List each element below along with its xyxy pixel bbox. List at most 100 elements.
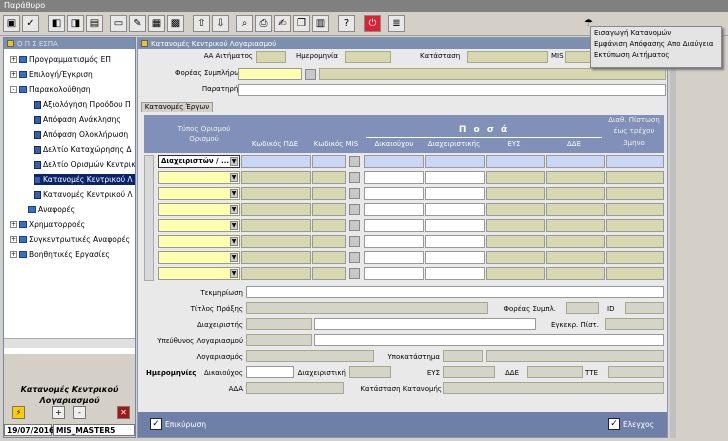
tree-node-allocations-2[interactable]: Κατανομές Κεντρικού Λ xyxy=(34,189,133,200)
vertical-scrollbar[interactable] xyxy=(670,37,676,438)
notes-field[interactable] xyxy=(238,84,666,96)
avail-cell[interactable] xyxy=(606,155,664,168)
pde-cell[interactable] xyxy=(241,155,311,168)
tree-node-completion[interactable]: Απόφαση Ολοκλήρωση xyxy=(34,129,128,140)
eys-cell[interactable] xyxy=(486,235,545,248)
mis-cell[interactable] xyxy=(312,251,346,264)
type-cell[interactable]: ▼ xyxy=(158,267,240,280)
dik-cell[interactable] xyxy=(364,251,424,264)
chevron-down-icon[interactable]: ▼ xyxy=(230,173,238,182)
lookup-icon[interactable] xyxy=(349,156,360,167)
type-select[interactable]: Διαχειριστών / ... ▼ xyxy=(158,155,240,168)
plus-button[interactable]: + xyxy=(52,406,65,419)
expand-icon[interactable]: + xyxy=(10,221,17,228)
search-icon[interactable]: ⌕ xyxy=(236,15,253,32)
tree-node-registration[interactable]: Δελτίο Καταχώρησης Δ xyxy=(34,144,132,155)
chevron-down-icon[interactable]: ▼ xyxy=(230,189,238,198)
tree-node-programming[interactable]: + Προγραμματισμός ΕΠ xyxy=(10,54,111,65)
power-icon[interactable]: ⏻ xyxy=(364,15,381,32)
dik-cell[interactable] xyxy=(364,219,424,232)
chevron-down-icon[interactable]: ▼ xyxy=(230,253,238,262)
expand-icon[interactable]: + xyxy=(10,71,17,78)
grid2-icon[interactable]: ▩ xyxy=(167,15,184,32)
expand-icon[interactable]: + xyxy=(10,236,17,243)
eys-cell[interactable] xyxy=(486,251,545,264)
eys-cell[interactable] xyxy=(486,203,545,216)
edit-pen-icon[interactable]: ✍ xyxy=(274,15,291,32)
chevron-down-icon[interactable]: ▼ xyxy=(230,205,238,214)
dik-cell[interactable] xyxy=(364,203,424,216)
tree-node-helper-tasks[interactable]: + Βοηθητικές Εργασίες xyxy=(10,249,110,260)
mis-cell[interactable] xyxy=(312,155,346,168)
mis-cell[interactable] xyxy=(312,203,346,216)
tree-node-revocation[interactable]: Απόφαση Ανάκλησης xyxy=(34,114,121,125)
eys-cell[interactable] xyxy=(486,171,545,184)
pde-cell[interactable] xyxy=(241,267,311,280)
pde-cell[interactable] xyxy=(241,187,311,200)
dde-cell[interactable] xyxy=(546,155,605,168)
type-cell[interactable]: ▼ xyxy=(158,171,240,184)
tab-allocations[interactable]: Κατανομές Έργων xyxy=(141,102,213,112)
lookup-icon[interactable] xyxy=(349,268,360,279)
eys-cell[interactable] xyxy=(486,219,545,232)
check-button[interactable]: ✓ Ελεγχος xyxy=(608,416,654,432)
dde-cell[interactable] xyxy=(546,251,605,264)
diax-cell[interactable] xyxy=(425,219,485,232)
dde-cell[interactable] xyxy=(546,219,605,232)
lookup-icon[interactable] xyxy=(349,188,360,199)
mis-cell[interactable] xyxy=(312,219,346,232)
lookup-icon[interactable] xyxy=(349,172,360,183)
lookup-icon[interactable] xyxy=(349,236,360,247)
avail-cell[interactable] xyxy=(606,219,664,232)
diax-cell[interactable] xyxy=(425,267,485,280)
minus-button[interactable]: - xyxy=(73,406,86,419)
pde-cell[interactable] xyxy=(241,251,311,264)
avail-cell[interactable] xyxy=(606,235,664,248)
chevron-down-icon[interactable]: ▼ xyxy=(230,237,238,246)
save-icon[interactable]: ▣ xyxy=(3,15,20,32)
dde-cell[interactable] xyxy=(546,203,605,216)
exit-icon[interactable]: ✕ xyxy=(117,406,130,419)
diax-cell[interactable] xyxy=(425,251,485,264)
foreas-field[interactable] xyxy=(238,68,302,80)
eys-cell[interactable] xyxy=(486,155,545,168)
pde-cell[interactable] xyxy=(241,203,311,216)
diax-cell[interactable] xyxy=(425,187,485,200)
tekm-field[interactable] xyxy=(246,286,664,298)
tree-node-monitoring[interactable]: - Παρακολούθηση xyxy=(10,84,91,95)
arrow-up-icon[interactable]: ⇧ xyxy=(193,15,210,32)
mis-cell[interactable] xyxy=(312,187,346,200)
horizontal-scrollbar[interactable] xyxy=(4,338,135,348)
tree-view[interactable]: + Προγραμματισμός ΕΠ + Επιλογή/Έγκριση - Πα… xyxy=(4,50,135,350)
tree-node-evaluation[interactable]: Αξιολόγηση Προόδου Π xyxy=(34,99,131,110)
mis-cell[interactable] xyxy=(312,235,346,248)
avail-cell[interactable] xyxy=(606,251,664,264)
table-row[interactable]: ▼ xyxy=(144,219,664,233)
dde-cell[interactable] xyxy=(546,235,605,248)
dik-cell[interactable] xyxy=(364,155,424,168)
paste-icon[interactable]: ▥ xyxy=(312,15,329,32)
dik-cell[interactable] xyxy=(364,187,424,200)
type-cell[interactable]: ▼ xyxy=(158,251,240,264)
confirm-button[interactable]: ✓ Επικύρωση xyxy=(150,416,206,432)
table-row[interactable]: ▼ xyxy=(144,171,664,185)
lookup-icon[interactable] xyxy=(349,204,360,215)
lightning-icon[interactable]: ⚡ xyxy=(12,406,25,419)
tree-node-definitions[interactable]: Δελτίο Ορισμών Κεντρικ xyxy=(34,159,135,170)
menu-item-show-decision[interactable]: Εμφάνιση Απόφασης Απο Διαύγεια xyxy=(594,39,718,50)
dde-cell[interactable] xyxy=(546,171,605,184)
notes-icon[interactable]: ≣ xyxy=(388,15,405,32)
expand-icon[interactable]: + xyxy=(10,251,17,258)
chevron-down-icon[interactable]: ▼ xyxy=(230,221,238,230)
pde-cell[interactable] xyxy=(241,219,311,232)
tree-node-cashflows[interactable]: + Χρηματορροές xyxy=(10,219,85,230)
eys-cell[interactable] xyxy=(486,267,545,280)
chevron-down-icon[interactable]: ▼ xyxy=(230,157,238,166)
collapse-icon[interactable]: - xyxy=(10,86,17,93)
grid-icon[interactable]: ▦ xyxy=(148,15,165,32)
new-document-icon[interactable]: ▭ xyxy=(110,15,127,32)
type-cell[interactable]: ▼ xyxy=(158,219,240,232)
table-row[interactable]: ▼ xyxy=(144,187,664,201)
check-icon[interactable]: ✓ xyxy=(22,15,39,32)
table-row[interactable]: Διαχειριστών / ... ▼ xyxy=(144,155,664,169)
